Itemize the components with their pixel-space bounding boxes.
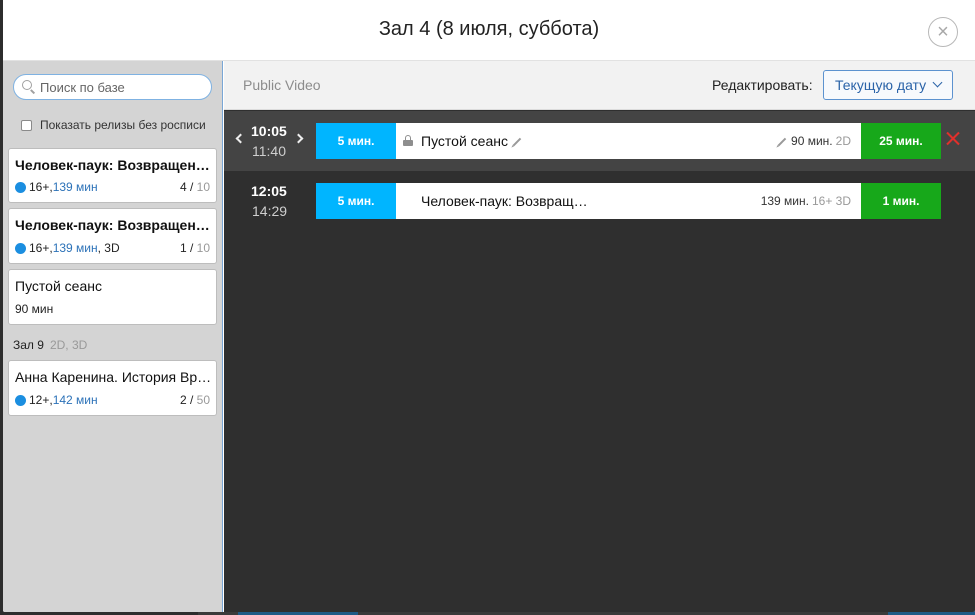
modal-title: Зал 4 (8 июля, суббота) xyxy=(378,18,600,40)
release-card[interactable]: Анна Каренина. История Вр… 12+, 142 мин … xyxy=(8,360,217,416)
release-meta: 12+, 142 мин xyxy=(15,393,98,407)
session-count: 4 / 10 xyxy=(179,180,210,194)
pre-break: 5 мин. xyxy=(316,123,396,159)
pre-break: 5 мин. xyxy=(316,183,396,219)
chevron-down-icon xyxy=(932,77,943,88)
modal-header: Зал 4 (8 июля, суббота) × xyxy=(3,0,975,61)
age-rating: 16+ xyxy=(29,180,50,194)
session-end-time: 14:29 xyxy=(252,203,288,219)
release-card[interactable]: Человек-паук: Возвращен… 16+, 139 мин , … xyxy=(8,208,217,264)
search-input[interactable] xyxy=(40,78,205,96)
session-row[interactable]: 12:05 14:29 5 мин. Человек-паук: Возвращ… xyxy=(224,171,975,231)
status-dot-icon xyxy=(15,394,26,406)
release-card[interactable]: Человек-паук: Возвращен… 16+, 139 мин 4 … xyxy=(8,148,217,203)
session-title: Пустой сеанс xyxy=(421,133,526,149)
edit-label: Редактировать: xyxy=(712,77,813,93)
schedule-panel: Public Video Редактировать: Текущую дату… xyxy=(224,61,975,612)
release-title: Человек-паук: Возвращен… xyxy=(15,157,210,173)
distributor-name: Public Video xyxy=(243,77,321,93)
lock-icon xyxy=(403,135,413,146)
release-format: , 3D xyxy=(97,241,120,255)
release-duration: 139 мин xyxy=(52,180,98,194)
release-duration: 142 мин xyxy=(52,393,98,407)
edit-scope-dropdown[interactable]: Текущую дату xyxy=(823,70,953,100)
post-break: 1 мин. xyxy=(861,183,941,219)
checkbox-label: Показать релизы без росписи xyxy=(40,118,206,132)
release-meta: 16+, 139 мин , 3D xyxy=(15,241,120,255)
edit-pencil-icon[interactable] xyxy=(777,137,787,147)
edit-pencil-icon[interactable] xyxy=(512,138,522,147)
close-button[interactable]: × xyxy=(928,17,958,47)
empty-session-card[interactable]: Пустой сеанс 90 мин xyxy=(8,269,217,325)
release-duration: 139 мин xyxy=(52,241,98,255)
search-icon xyxy=(22,80,32,90)
schedule-toolbar: Public Video Редактировать: Текущую дату xyxy=(224,61,975,110)
session-bar[interactable]: 5 мин. Человек-паук: Возвращ… 139 мин. 16… xyxy=(316,183,941,219)
session-start-time: 10:05 xyxy=(251,123,287,139)
release-title: Пустой сеанс xyxy=(15,278,102,294)
release-sidebar: Показать релизы без росписи Человек-паук… xyxy=(3,61,223,612)
session-start-time: 12:05 xyxy=(251,183,287,199)
release-title: Анна Каренина. История Вр… xyxy=(15,369,211,385)
age-rating: 16+ xyxy=(29,241,50,255)
show-unscheduled-checkbox[interactable] xyxy=(21,119,32,131)
session-end-time: 11:40 xyxy=(252,143,286,159)
release-title: Человек-паук: Возвращен… xyxy=(15,217,210,233)
delete-session-icon[interactable] xyxy=(946,131,960,145)
session-bar[interactable]: 5 мин. Пустой сеанс 90 мин. 2D 25 мин. xyxy=(316,123,941,159)
status-dot-icon xyxy=(15,181,26,193)
chevron-left-icon[interactable] xyxy=(235,133,246,144)
release-meta: 16+, 139 мин xyxy=(15,180,98,194)
close-icon: × xyxy=(937,21,949,43)
release-meta: 90 мин xyxy=(15,302,53,316)
session-row[interactable]: 10:05 11:40 5 мин. Пустой сеанс 90 мин. 2… xyxy=(224,111,975,171)
post-break: 25 мин. xyxy=(861,123,941,159)
show-unscheduled-releases[interactable]: Показать релизы без росписи xyxy=(21,118,206,132)
age-rating: 12+ xyxy=(29,393,50,407)
session-count: 2 / 50 xyxy=(179,393,210,407)
session-count: 1 / 10 xyxy=(179,241,210,255)
hall-section-label: Зал 9 2D, 3D xyxy=(13,338,88,352)
release-duration: 90 мин xyxy=(15,302,54,316)
session-duration: 139 мин. 16+ 3D xyxy=(760,194,851,208)
session-duration: 90 мин. 2D xyxy=(773,134,851,148)
search-box[interactable] xyxy=(13,74,212,100)
status-dot-icon xyxy=(15,242,26,254)
edit-scope-value: Текущую дату xyxy=(835,77,927,93)
hall-schedule-modal: Зал 4 (8 июля, суббота) × Показать релиз… xyxy=(3,0,975,612)
chevron-right-icon[interactable] xyxy=(293,133,304,144)
session-title: Человек-паук: Возвращ… xyxy=(421,193,588,209)
